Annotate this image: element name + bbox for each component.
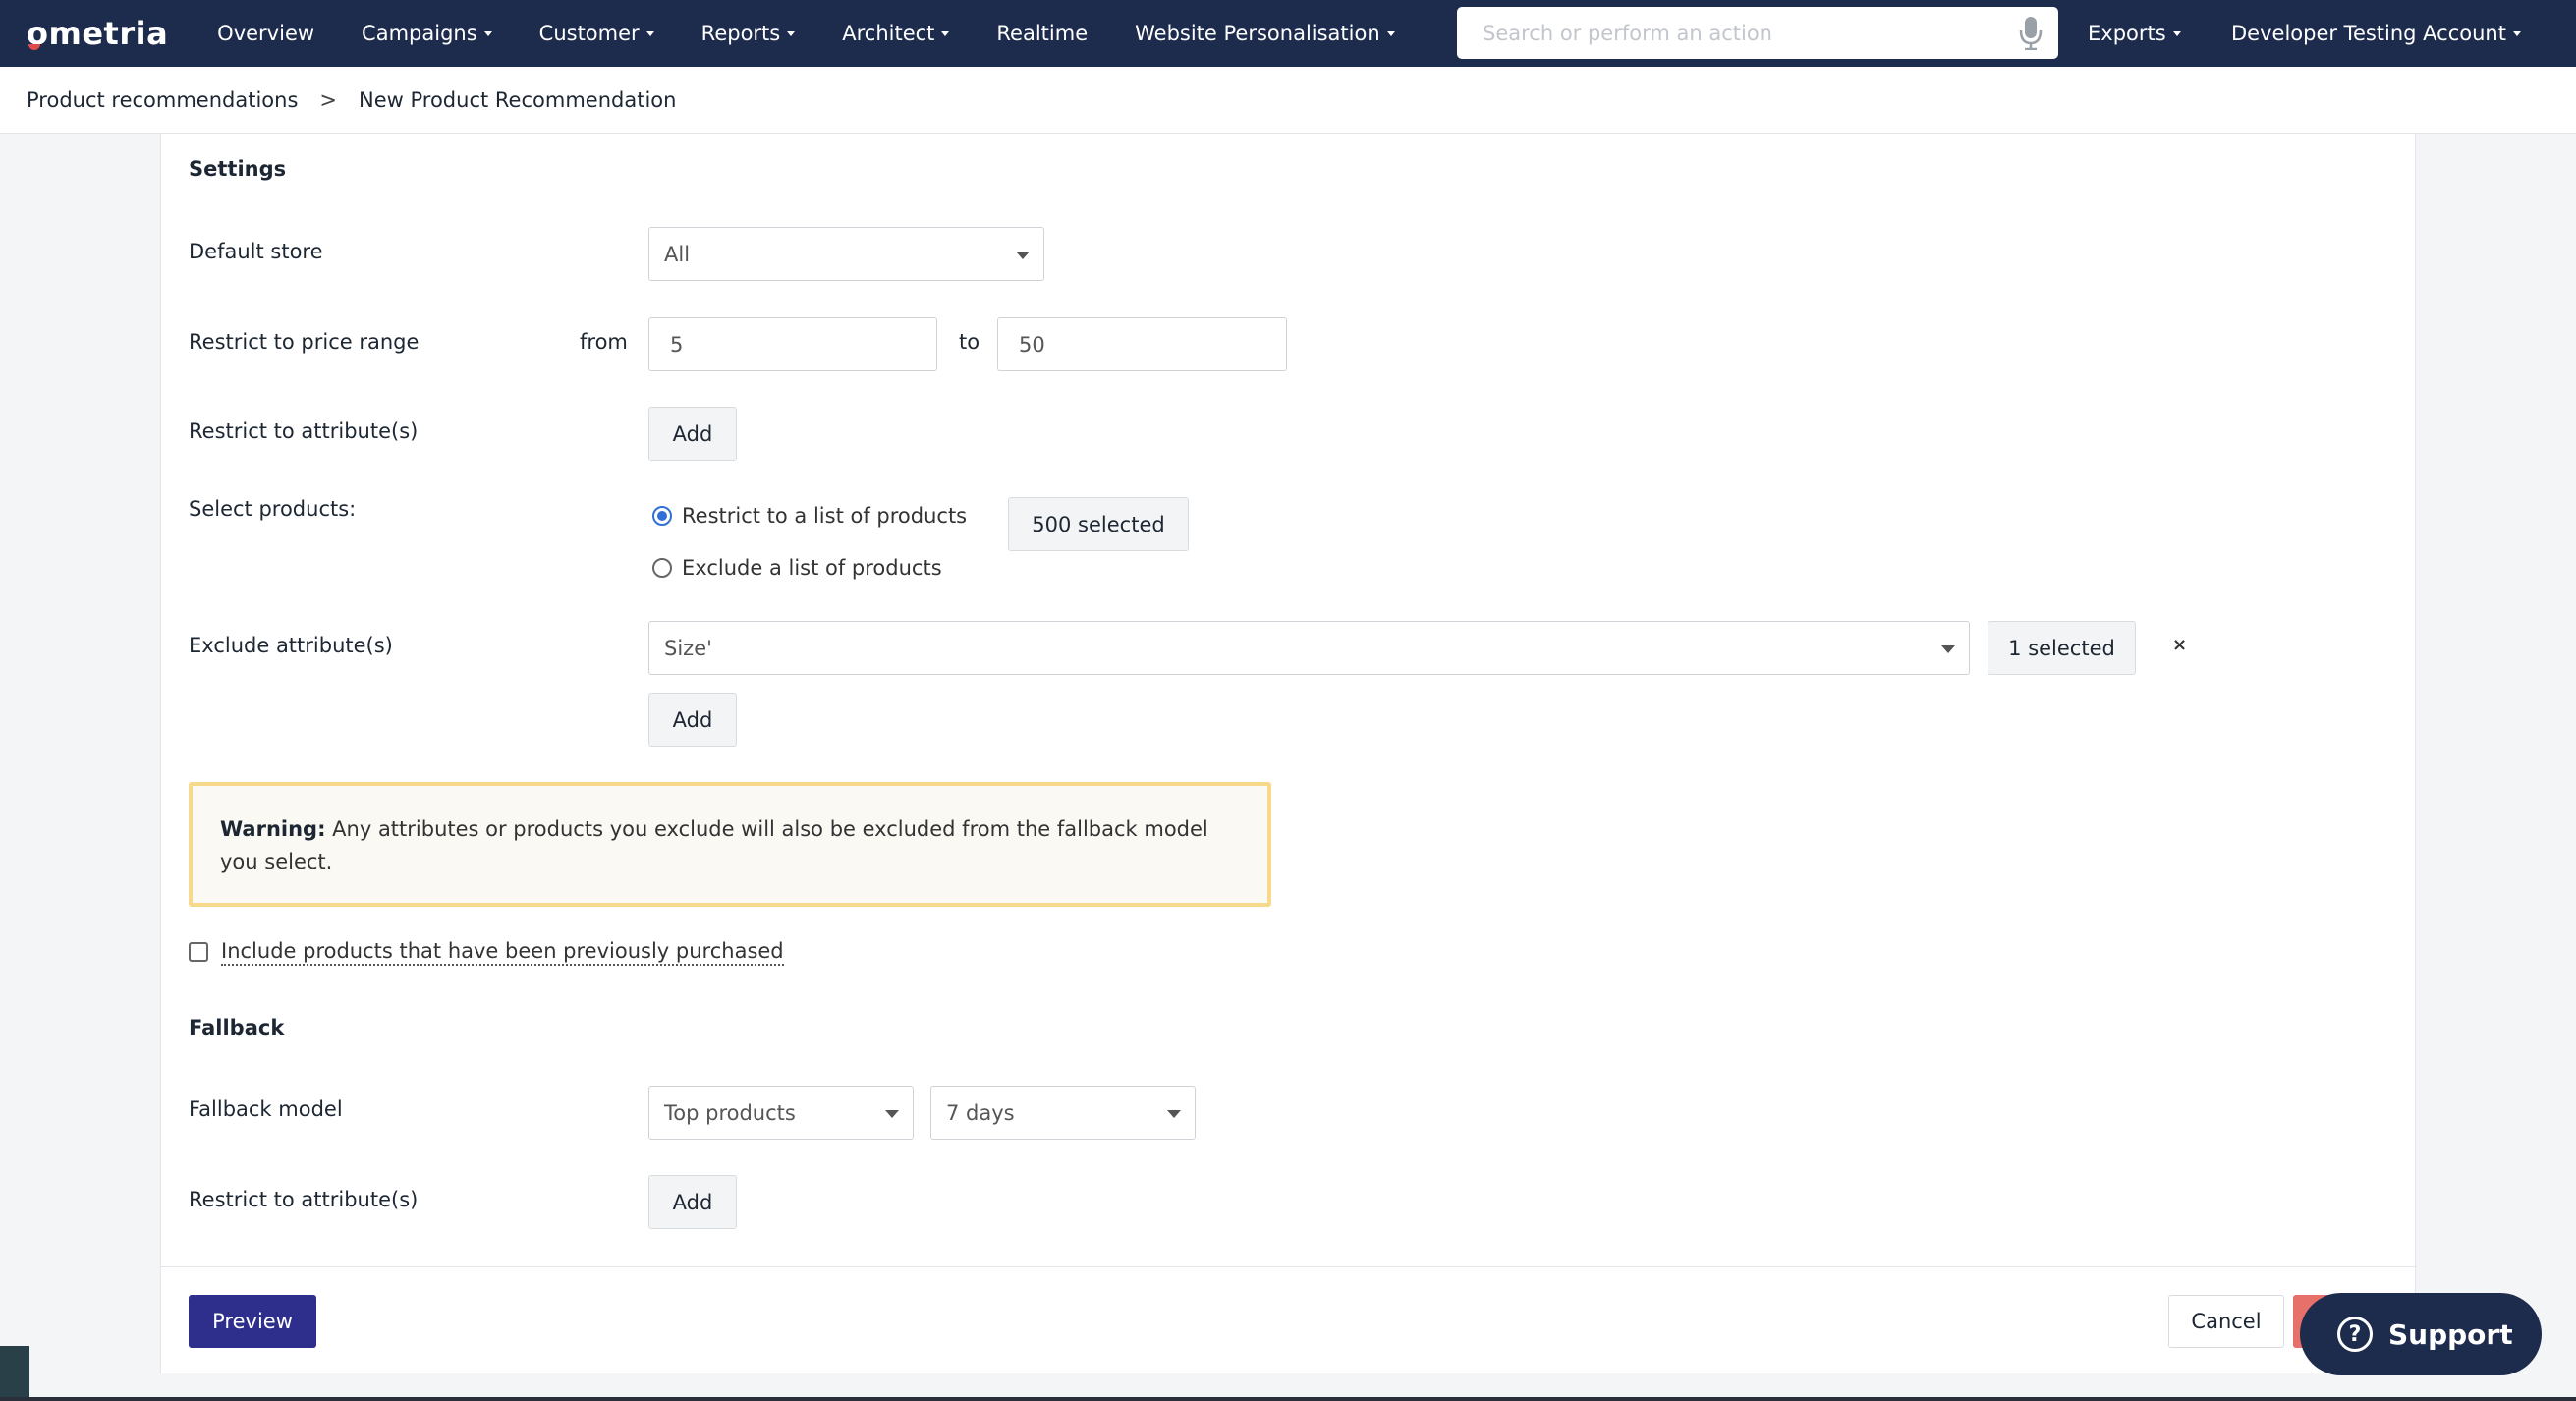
recommendation-form-panel: Settings Default store All Restrict to p… — [160, 134, 2417, 1373]
from-label: from — [580, 330, 628, 354]
default-store-value: All — [664, 242, 691, 266]
caret-down-icon — [787, 30, 796, 36]
search-box — [1457, 7, 2058, 59]
nav-exports[interactable]: Exports — [2088, 0, 2181, 67]
include-purchased-row[interactable]: Include products that have been previous… — [189, 938, 784, 966]
nav-customer-label: Customer — [538, 22, 640, 45]
to-label: to — [959, 330, 980, 354]
form-footer — [161, 1266, 2417, 1373]
nav-exports-label: Exports — [2088, 22, 2166, 45]
caret-down-icon — [2512, 30, 2521, 36]
fallback-model-value: Top products — [664, 1100, 796, 1125]
warning-box: Warning: Any attributes or products you … — [189, 782, 1271, 907]
fallback-title: Fallback — [189, 1016, 285, 1039]
chevron-down-icon — [1167, 1110, 1181, 1118]
radio-restrict-label: Restrict to a list of products — [682, 504, 968, 528]
price-from-input[interactable] — [648, 317, 937, 371]
nav-reports-label: Reports — [700, 22, 781, 45]
exclude-attr-value: Size' — [664, 636, 712, 660]
exclude-attr-select[interactable]: Size' — [648, 621, 1970, 675]
logo-text: ometria — [27, 15, 169, 52]
products-selected-button[interactable]: 500 selected — [1008, 497, 1189, 551]
window-bottom-edge — [0, 1397, 2576, 1401]
nav-account-wrap: Developer Testing Account — [2231, 22, 2521, 45]
nav-website-personalisation-label: Website Personalisation — [1135, 22, 1380, 45]
price-to-input[interactable] — [997, 317, 1287, 371]
restrict-attr-label: Restrict to attribute(s) — [189, 420, 419, 443]
nav-reports[interactable]: Reports — [701, 22, 796, 45]
fallback-period-select[interactable]: 7 days — [930, 1086, 1196, 1140]
nav-customer[interactable]: Customer — [539, 22, 654, 45]
fallback-model-select[interactable]: Top products — [648, 1086, 914, 1140]
select-products-label: Select products: — [189, 497, 357, 521]
nav-campaigns[interactable]: Campaigns — [362, 22, 492, 45]
breadcrumb-separator: > — [319, 87, 338, 112]
chevron-down-icon — [885, 1110, 899, 1118]
nav-overview-label: Overview — [217, 22, 315, 45]
add-fallback-attr-button[interactable]: Add — [648, 1175, 737, 1229]
caret-down-icon — [483, 30, 492, 36]
top-navbar: ometria Overview Campaigns Customer Repo… — [0, 0, 2576, 67]
radio-exclude-label: Exclude a list of products — [682, 556, 942, 580]
price-range-label: Restrict to price range — [189, 330, 420, 354]
nav-website-personalisation[interactable]: Website Personalisation — [1135, 22, 1395, 45]
radio-restrict-list[interactable]: Restrict to a list of products — [652, 504, 967, 528]
search-input[interactable] — [1483, 21, 1993, 45]
caret-down-icon — [1386, 30, 1395, 36]
chevron-down-icon — [1941, 645, 1955, 653]
chevron-down-icon — [1016, 252, 1030, 259]
nav-realtime[interactable]: Realtime — [996, 22, 1088, 45]
breadcrumb-parent-link[interactable]: Product recommendations — [27, 88, 298, 112]
nav-account[interactable]: Developer Testing Account — [2231, 0, 2521, 67]
warning-title: Warning: — [220, 817, 326, 841]
microphone-icon[interactable] — [2019, 17, 2043, 50]
support-button[interactable]: ? Support — [2300, 1293, 2542, 1375]
fallback-restrict-attr-label: Restrict to attribute(s) — [189, 1188, 419, 1211]
include-purchased-label[interactable]: Include products that have been previous… — [221, 938, 784, 966]
default-store-label: Default store — [189, 240, 323, 263]
fallback-period-value: 7 days — [946, 1100, 1015, 1125]
fallback-model-label: Fallback model — [189, 1097, 343, 1121]
exclude-attr-label: Exclude attribute(s) — [189, 634, 393, 657]
radio-exclude-list[interactable]: Exclude a list of products — [652, 556, 942, 580]
nav-architect-label: Architect — [842, 22, 935, 45]
nav-overview[interactable]: Overview — [217, 22, 314, 45]
preview-button[interactable]: Preview — [189, 1295, 316, 1348]
desktop-corner — [0, 1346, 29, 1401]
breadcrumb-current: New Product Recommendation — [359, 87, 677, 112]
breadcrumb: Product recommendations > New Product Re… — [0, 67, 2576, 134]
remove-attr-close-icon[interactable]: × — [2172, 635, 2187, 655]
exclude-selected-button[interactable]: 1 selected — [1988, 621, 2136, 675]
caret-down-icon — [645, 30, 654, 36]
nav-architect[interactable]: Architect — [842, 22, 950, 45]
default-store-select[interactable]: All — [648, 227, 1044, 281]
add-exclude-attr-button[interactable]: Add — [648, 693, 737, 747]
nav-campaigns-label: Campaigns — [362, 22, 477, 45]
nav-exports-wrap: Exports — [2088, 22, 2181, 45]
nav-realtime-label: Realtime — [996, 22, 1089, 45]
question-circle-icon: ? — [2337, 1317, 2373, 1352]
ometria-logo[interactable]: ometria — [27, 15, 168, 52]
include-purchased-checkbox[interactable] — [189, 942, 208, 962]
caret-down-icon — [2172, 30, 2181, 36]
nav-account-label: Developer Testing Account — [2231, 22, 2506, 45]
cancel-button[interactable]: Cancel — [2168, 1295, 2284, 1348]
warning-text: Any attributes or products you exclude w… — [220, 817, 1208, 873]
support-label: Support — [2388, 1317, 2513, 1351]
radio-checked-icon[interactable] — [652, 506, 672, 526]
caret-down-icon — [941, 30, 950, 36]
settings-title: Settings — [189, 157, 287, 181]
radio-unchecked-icon[interactable] — [652, 558, 672, 578]
add-restrict-attr-button[interactable]: Add — [648, 407, 737, 461]
